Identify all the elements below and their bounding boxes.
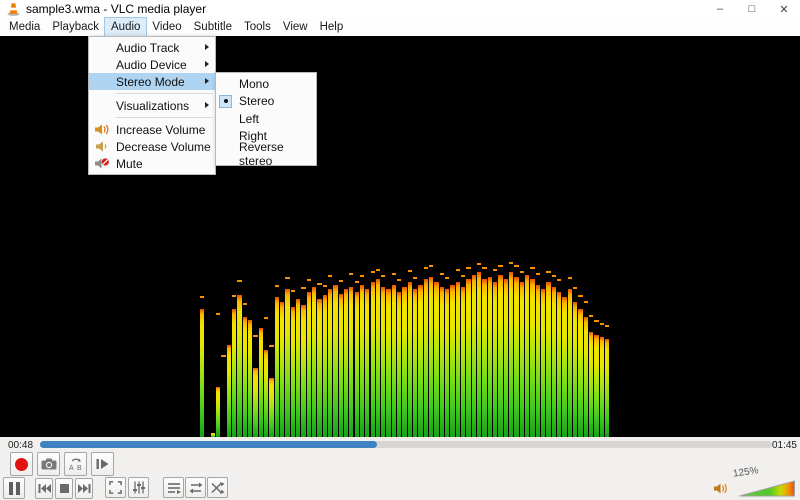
stop-button[interactable] bbox=[55, 478, 73, 499]
vlc-window: sample3.wma - VLC media player – □ ✕ Med… bbox=[0, 0, 800, 500]
window-title: sample3.wma - VLC media player bbox=[26, 2, 207, 16]
loop-icon bbox=[189, 482, 202, 493]
menu-separator bbox=[116, 93, 213, 94]
menu-item-decrease-volume[interactable]: Decrease Volume bbox=[89, 138, 215, 155]
total-time: 01:45 bbox=[771, 440, 797, 451]
submenu-arrow-icon bbox=[205, 78, 209, 84]
submenu-arrow-icon bbox=[205, 44, 209, 50]
equalizer-button[interactable] bbox=[128, 477, 149, 498]
stereo-mode-submenu: Mono Stereo Left Right Reverse stereo bbox=[215, 72, 317, 168]
frame-by-frame-button[interactable] bbox=[91, 452, 114, 476]
volume-control: 125% bbox=[705, 465, 795, 498]
titlebar: sample3.wma - VLC media player – □ ✕ bbox=[0, 0, 800, 18]
record-icon bbox=[15, 457, 28, 471]
submenu-arrow-icon bbox=[205, 61, 209, 67]
fullscreen-button[interactable] bbox=[105, 477, 126, 498]
menu-item-label: Reverse stereo bbox=[239, 139, 284, 168]
playlist-button[interactable] bbox=[163, 477, 184, 498]
next-button[interactable] bbox=[75, 478, 93, 499]
record-button[interactable] bbox=[10, 452, 33, 476]
mute-icon bbox=[95, 158, 109, 169]
menu-playback[interactable]: Playback bbox=[46, 18, 105, 36]
frame-step-icon bbox=[96, 459, 109, 469]
next-icon bbox=[77, 484, 90, 493]
close-button[interactable]: ✕ bbox=[768, 0, 800, 18]
menu-item-audio-track[interactable]: Audio Track bbox=[89, 39, 215, 56]
seek-fill bbox=[40, 441, 377, 448]
window-controls: – □ ✕ bbox=[704, 0, 800, 18]
menu-item-label: Left bbox=[239, 111, 260, 126]
menu-item-label: Decrease Volume bbox=[116, 139, 211, 154]
playlist-icon bbox=[167, 482, 181, 494]
control-bar: 00:48 01:45 A B 125% bbox=[0, 437, 800, 500]
menu-help[interactable]: Help bbox=[314, 18, 350, 36]
shuffle-icon bbox=[210, 481, 224, 494]
menu-tools[interactable]: Tools bbox=[238, 18, 277, 36]
submenu-item-left[interactable]: Left bbox=[216, 110, 316, 128]
ab-loop-icon: A B bbox=[69, 458, 82, 471]
pause-button[interactable] bbox=[3, 477, 25, 499]
pause-icon bbox=[8, 481, 20, 495]
menu-audio[interactable]: Audio bbox=[103, 17, 148, 37]
maximize-button[interactable]: □ bbox=[736, 0, 768, 18]
menubar: Media Playback Audio Video Subtitle Tool… bbox=[0, 17, 800, 37]
menu-item-stereo-mode[interactable]: Stereo Mode bbox=[89, 73, 215, 90]
snapshot-button[interactable] bbox=[37, 452, 60, 476]
menu-item-label: Visualizations bbox=[116, 98, 190, 113]
seek-bar[interactable] bbox=[40, 441, 772, 448]
equalizer-icon bbox=[132, 481, 145, 494]
menu-media[interactable]: Media bbox=[3, 18, 46, 36]
menu-separator bbox=[116, 117, 213, 118]
volume-level-label: 125% bbox=[732, 465, 760, 480]
menu-view[interactable]: View bbox=[277, 18, 314, 36]
spectrum bbox=[200, 252, 612, 437]
radio-selected-icon bbox=[219, 94, 232, 108]
submenu-arrow-icon bbox=[205, 102, 209, 108]
vlc-cone-icon bbox=[7, 2, 20, 16]
random-button[interactable] bbox=[207, 477, 228, 498]
volume-slider[interactable] bbox=[739, 480, 795, 497]
menu-subtitle[interactable]: Subtitle bbox=[188, 18, 238, 36]
menu-item-label: Increase Volume bbox=[116, 122, 206, 137]
spectrum-bar bbox=[604, 252, 610, 437]
menu-item-label: Mono bbox=[239, 76, 270, 91]
submenu-item-mono[interactable]: Mono bbox=[216, 75, 316, 93]
menu-video[interactable]: Video bbox=[146, 18, 187, 36]
svg-text:B: B bbox=[77, 465, 82, 471]
menu-item-label: Stereo Mode bbox=[116, 74, 185, 89]
ab-loop-button[interactable]: A B bbox=[64, 452, 87, 476]
menu-item-label: Stereo bbox=[239, 94, 275, 109]
menu-item-label: Audio Track bbox=[116, 40, 180, 55]
volume-icon bbox=[714, 483, 727, 494]
menu-item-audio-device[interactable]: Audio Device bbox=[89, 56, 215, 73]
submenu-item-reverse-stereo[interactable]: Reverse stereo bbox=[216, 140, 316, 168]
previous-icon bbox=[38, 484, 51, 493]
menu-item-label: Audio Device bbox=[116, 57, 187, 72]
menu-item-visualizations[interactable]: Visualizations bbox=[89, 97, 215, 114]
svg-text:A: A bbox=[69, 465, 74, 471]
menu-item-label: Mute bbox=[116, 156, 143, 171]
previous-button[interactable] bbox=[35, 478, 53, 499]
volume-down-icon bbox=[96, 141, 107, 152]
submenu-item-stereo[interactable]: Stereo bbox=[216, 93, 316, 111]
minimize-button[interactable]: – bbox=[704, 0, 736, 18]
menu-item-mute[interactable]: Mute bbox=[89, 155, 215, 172]
audio-menu: Audio Track Audio Device Stereo Mode Vis… bbox=[88, 36, 216, 175]
loop-button[interactable] bbox=[185, 477, 206, 498]
camera-icon bbox=[41, 458, 56, 470]
fullscreen-icon bbox=[109, 481, 122, 494]
volume-up-icon bbox=[95, 124, 109, 135]
stop-icon bbox=[59, 484, 69, 493]
elapsed-time: 00:48 bbox=[8, 440, 34, 451]
menu-item-increase-volume[interactable]: Increase Volume bbox=[89, 121, 215, 138]
